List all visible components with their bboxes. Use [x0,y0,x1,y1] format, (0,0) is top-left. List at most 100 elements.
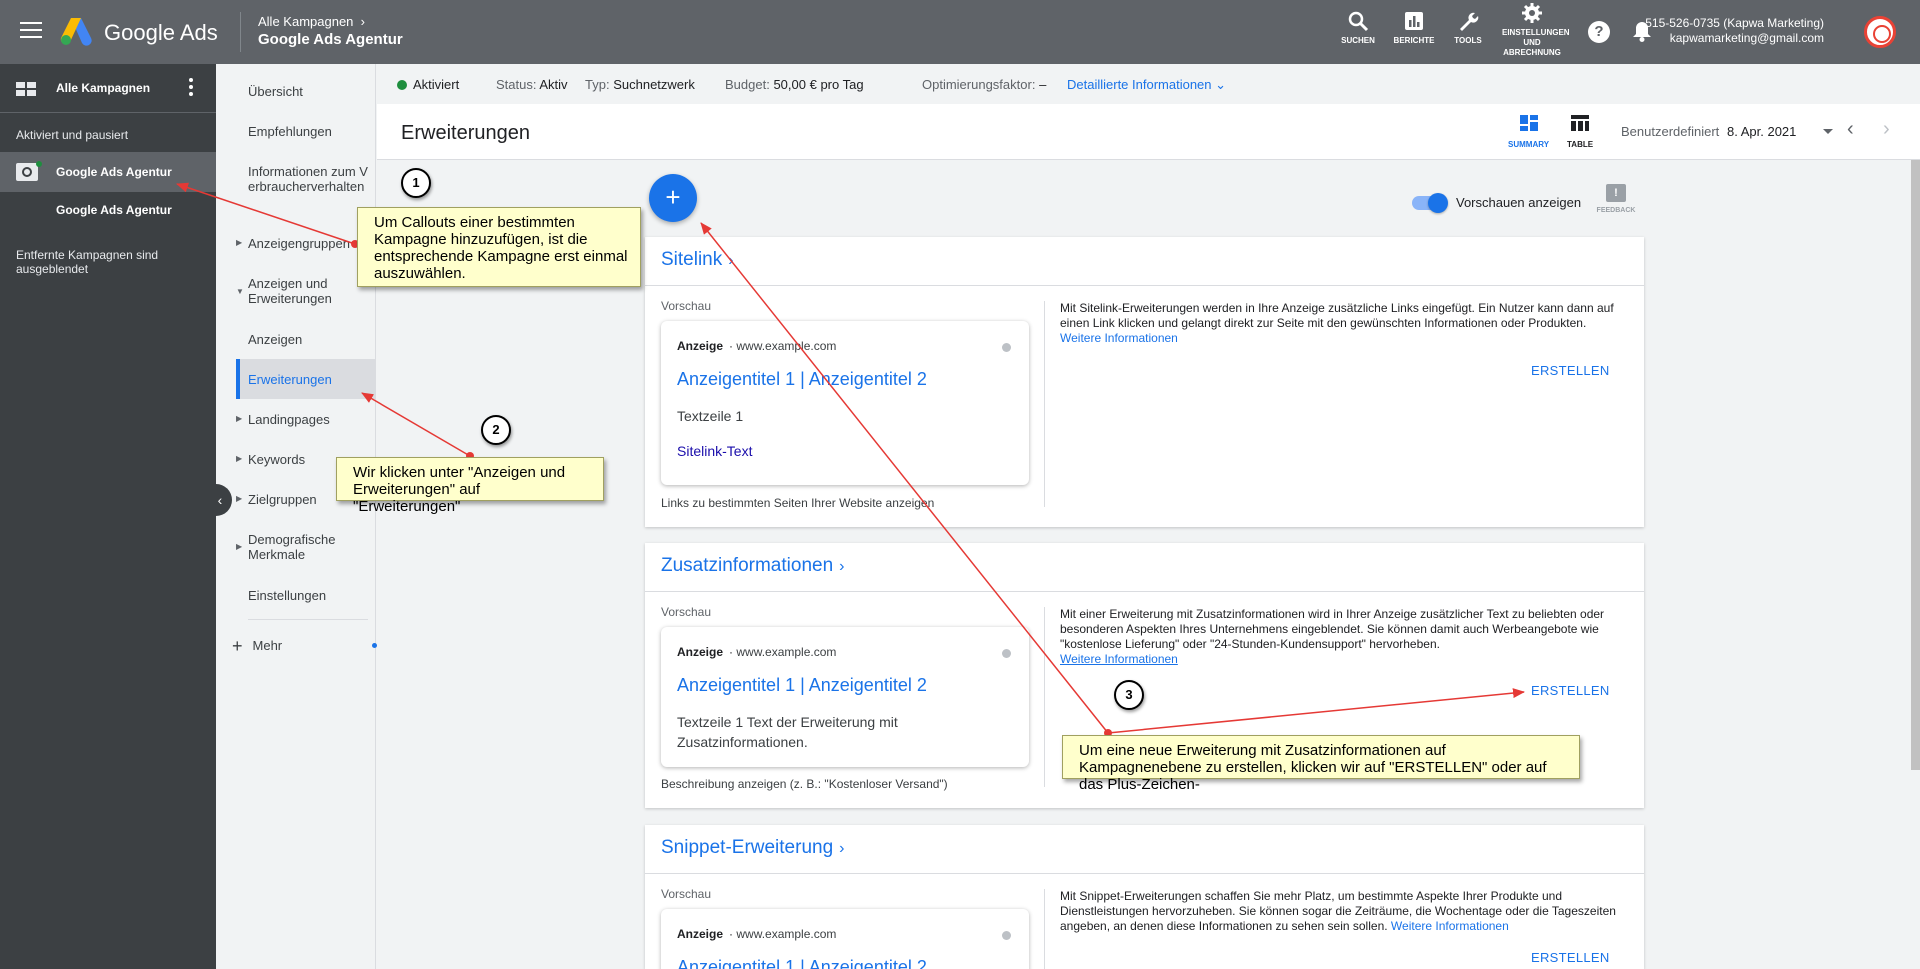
campaign-state-label: Aktiviert [413,77,460,92]
topbar-divider [240,12,241,52]
learn-more-link[interactable]: Weitere Informationen [1060,652,1178,666]
nav-item-settings[interactable]: Einstellungen [248,588,368,603]
preview-label: Vorschau [661,887,712,901]
ad-headline: Anzeigentitel 1 | Anzeigentitel 2 [677,369,927,389]
ad-preview: Anzeige · www.example.com Anzeigentitel 1… [661,909,1029,969]
ad-label-line: Anzeige · www.example.com [677,645,837,659]
chevron-right-icon[interactable]: › [1883,118,1890,141]
preview-caption: Links zu bestimmten Seiten Ihrer Website… [661,496,935,510]
caret-right-icon: ▶ [236,454,243,463]
status-active-dot [36,161,42,167]
preview-label: Vorschau [661,299,712,313]
ad-preview: Anzeige · www.example.com Anzeigentitel 1… [661,627,1029,767]
settings-billing-label: EINSTELLUNGEN UND ABRECHNUNG [1502,28,1570,57]
notification-dot [372,643,377,648]
ad-label-line: Anzeige · www.example.com [677,339,837,353]
chevron-right-icon: › [728,252,734,269]
nav-item-ads[interactable]: Anzeigen [248,332,368,347]
more-vert-icon[interactable] [189,78,193,99]
page-title: Erweiterungen [401,122,530,144]
sidebar-campaign-item[interactable]: Google Ads Agentur [0,152,216,192]
ad-label-line: Anzeige · www.example.com [677,927,837,941]
create-snippet-button[interactable]: ERSTELLEN [1531,950,1610,965]
nav-item-landing-pages[interactable]: Landingpages [248,412,368,427]
ad-label: Anzeige [677,339,724,353]
toggle-knob [1428,193,1448,213]
status-field: Status: Aktiv [496,77,568,92]
ad-headline: Anzeigentitel 1 | Anzeigentitel 2 [677,675,927,695]
tools-button[interactable]: TOOLS [1438,10,1498,46]
removed-campaigns-note: Entfernte Kampagnen sind ausgeblendet [16,248,159,276]
nav-more-button[interactable]: + Mehr [232,636,377,657]
add-extension-button[interactable]: + [649,174,697,222]
account-info[interactable]: 515-526-0735 (Kapwa Marketing) kapwamark… [1645,16,1824,46]
nav-item-ads-extensions[interactable]: Anzeigen und Erweiterungen [248,276,368,306]
reports-button[interactable]: BERICHTE [1384,10,1444,46]
learn-more-link[interactable]: Weitere Informationen [1391,919,1509,933]
status-key: Status: [496,77,537,92]
breadcrumb[interactable]: Alle Kampagnen › [258,14,365,29]
account-name: 515-526-0735 (Kapwa Marketing) [1645,16,1824,30]
page-navigation: Übersicht Empfehlungen Informationen zum… [216,64,377,969]
annotation-note: Wir klicken unter "Anzeigen und Erweiter… [336,457,604,515]
create-callout-button[interactable]: ERSTELLEN [1531,683,1610,698]
google-ads-logo-icon [60,18,92,46]
annotation-number: 3 [1114,680,1144,710]
feedback-button[interactable]: ! FEEDBACK [1594,184,1638,214]
date-range-select[interactable]: 8. Apr. 2021 [1727,124,1837,139]
table-view-button[interactable]: TABLE [1567,114,1593,149]
ad-preview: Anzeige · www.example.com Anzeigentitel 1… [661,321,1029,485]
ad-headline: Anzeigentitel 1 | Anzeigentitel 2 [677,957,927,969]
preview-toggle-label: Vorschauen anzeigen [1456,195,1582,210]
current-campaign-title: Google Ads Agentur [258,31,403,48]
card-title-label: Snippet-Erweiterung [661,837,834,858]
tools-button-label: TOOLS [1454,36,1482,45]
nav-item-ad-groups[interactable]: Anzeigengruppen [248,236,368,251]
chevron-left-icon[interactable]: ‹ [1847,118,1854,141]
info-dot-icon [1002,649,1011,658]
nav-item-extensions[interactable]: Erweiterungen [248,372,368,387]
settings-billing-button[interactable]: EINSTELLUNGEN UND ABRECHNUNG [1502,2,1570,58]
callout-card-title[interactable]: Zusatzinformationen › [661,555,844,577]
reports-icon [1405,12,1423,30]
budget-field: Budget: 50,00 € pro Tag [725,77,864,92]
status-value: Aktiv [539,77,568,92]
ad-url: www.example.com [736,927,837,941]
details-link[interactable]: Detaillierte Informationen ⌄ [1067,77,1226,93]
ad-text: Textzeile 1 [677,408,744,424]
scrollbar[interactable] [1911,160,1920,770]
sidebar-section-label: Aktiviert und pausiert [16,128,129,142]
sidebar-campaign-label: Google Ads Agentur [56,165,172,179]
card-title-label: Zusatzinformationen [661,555,834,576]
sidebar-adgroup-item[interactable]: Google Ads Agentur [56,203,172,217]
all-campaigns-item[interactable]: Alle Kampagnen [0,64,216,112]
breadcrumb-all-campaigns[interactable]: Alle Kampagnen [258,14,353,29]
help-icon[interactable]: ? [1588,21,1610,43]
campaign-state: Aktiviert [397,77,459,92]
snippet-card: Snippet-Erweiterung › Vorschau Anzeige · w… [645,825,1644,969]
info-dot-icon [1002,343,1011,352]
date-range-label: Benutzerdefiniert [1621,124,1720,139]
nav-item-demographics[interactable]: Demografische Merkmale [248,532,368,562]
card-description: Mit Snippet-Erweiterungen schaffen Sie m… [1060,889,1630,934]
reports-button-label: BERICHTE [1393,36,1435,45]
sitelink-card-title[interactable]: Sitelink › [661,249,734,271]
menu-icon[interactable] [20,22,42,40]
status-active-dot [397,80,407,90]
nav-item-consumer-insights[interactable]: Informationen zum Verbraucherverhalten [248,164,368,194]
all-campaigns-label: Alle Kampagnen [56,81,151,95]
search-button[interactable]: SUCHEN [1328,10,1388,46]
avatar[interactable] [1864,16,1896,48]
nav-item-recommendations[interactable]: Empfehlungen [248,124,368,139]
card-vertical-divider [1044,607,1045,787]
snippet-card-title[interactable]: Snippet-Erweiterung › [661,837,844,859]
learn-more-link[interactable]: Weitere Informationen [1060,331,1178,345]
wrench-icon [1460,12,1479,31]
info-dot-icon [1002,931,1011,940]
summary-view-button[interactable]: SUMMARY [1508,114,1549,149]
ad-url: www.example.com [736,645,837,659]
create-sitelink-button[interactable]: ERSTELLEN [1531,363,1610,378]
preview-toggle[interactable] [1412,192,1448,213]
nav-item-overview[interactable]: Übersicht [248,84,368,99]
grid-icon [16,82,36,96]
